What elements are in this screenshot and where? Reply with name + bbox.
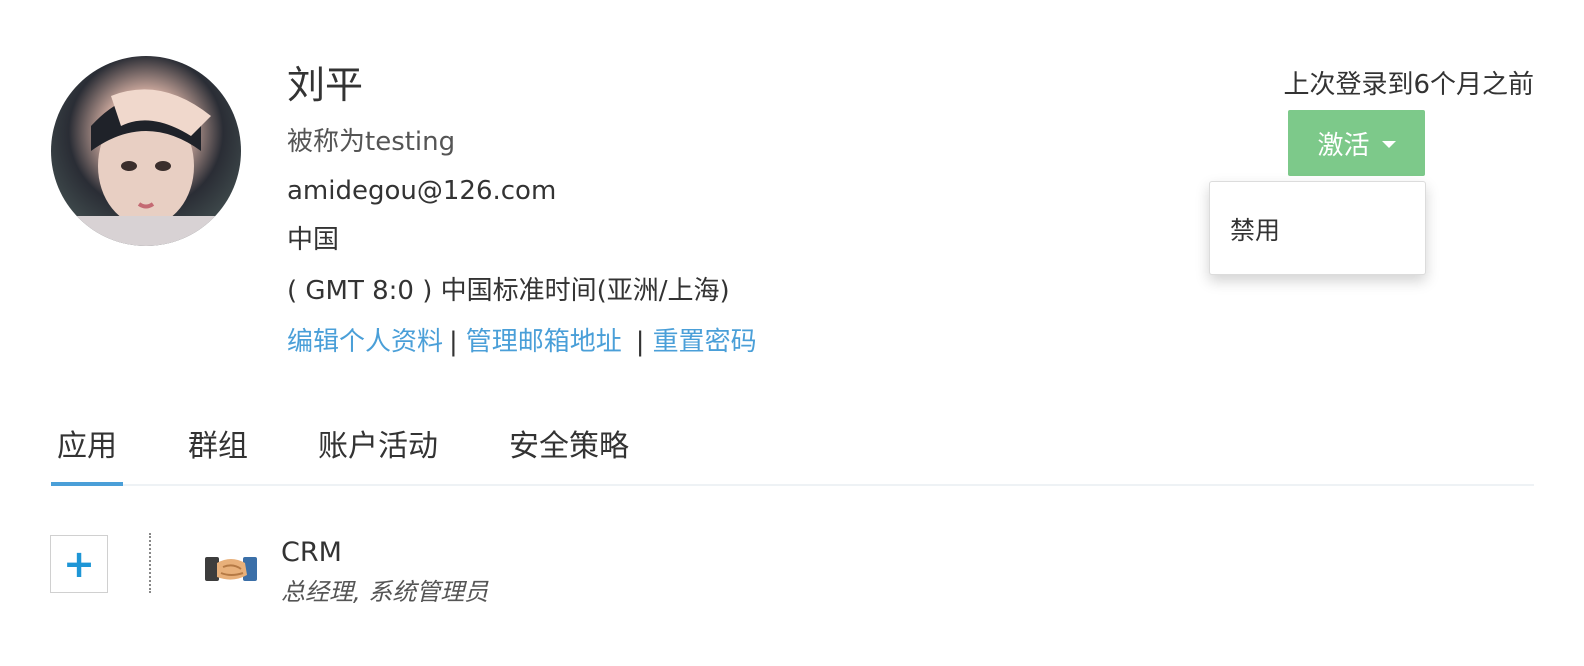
- status-label: 激活: [1317, 130, 1370, 161]
- vertical-divider: [149, 533, 151, 593]
- status-dropdown-button[interactable]: 激活: [1288, 110, 1425, 176]
- link-separator: |: [449, 327, 458, 357]
- profile-name: 刘平: [287, 63, 364, 107]
- tab-apps[interactable]: 应用: [51, 424, 123, 486]
- profile-tabs: 应用 群组 账户活动 安全策略: [51, 424, 1534, 486]
- add-app-button[interactable]: +: [50, 535, 108, 593]
- profile-timezone: ( GMT 8:0 ) 中国标准时间(亚洲/上海): [287, 276, 730, 306]
- edit-profile-link[interactable]: 编辑个人资料: [287, 327, 443, 357]
- app-name[interactable]: CRM: [281, 536, 342, 570]
- tab-account-activity[interactable]: 账户活动: [318, 424, 438, 484]
- menu-item-disable[interactable]: 禁用: [1230, 211, 1280, 247]
- tab-security-policy[interactable]: 安全策略: [509, 424, 629, 484]
- status-dropdown-menu: 禁用: [1209, 181, 1426, 275]
- manage-email-link[interactable]: 管理邮箱地址: [466, 327, 622, 357]
- caret-down-icon: [1381, 141, 1396, 148]
- reset-password-link[interactable]: 重置密码: [653, 327, 757, 357]
- user-profile-page: 刘平 被称为testing amidegou@126.com 中国 ( GMT …: [0, 0, 1584, 666]
- profile-country: 中国: [287, 225, 340, 255]
- profile-nickname: 被称为testing: [287, 127, 456, 157]
- tab-groups[interactable]: 群组: [188, 424, 248, 484]
- link-separator: |: [635, 327, 645, 357]
- last-login-text: 上次登录到6个月之前: [1283, 70, 1534, 100]
- handshake-icon[interactable]: [203, 543, 259, 589]
- app-roles: 总经理, 系统管理员: [281, 578, 489, 606]
- profile-email: amidegou@126.com: [287, 176, 557, 206]
- avatar-photo: [71, 89, 221, 246]
- profile-links: 编辑个人资料 | 管理邮箱地址 | 重置密码: [287, 325, 757, 359]
- avatar: [51, 56, 241, 246]
